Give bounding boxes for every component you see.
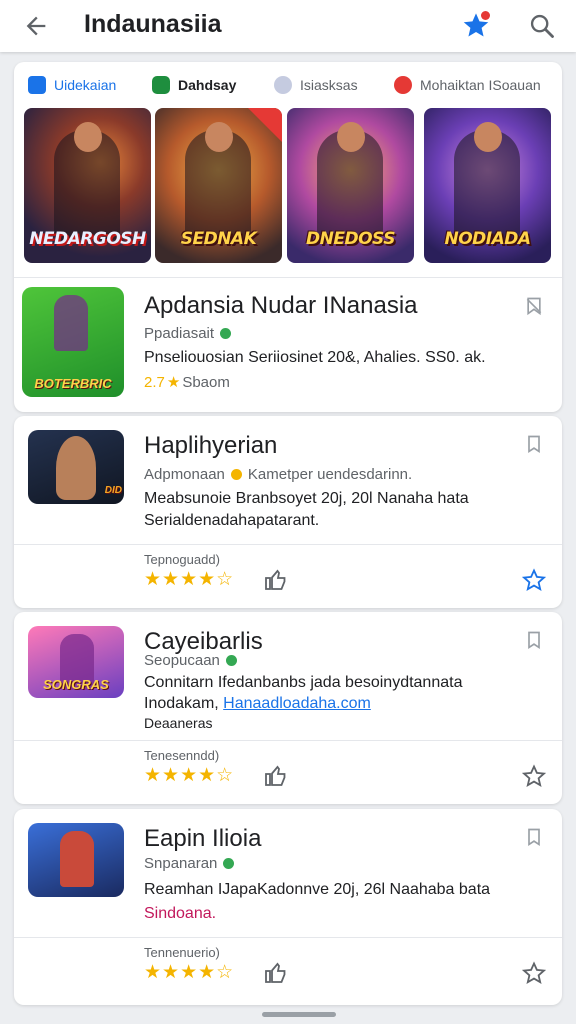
app-icon: [28, 76, 46, 94]
app-thumbnail[interactable]: SONGRAS: [28, 626, 124, 698]
star-outline-icon[interactable]: [522, 568, 546, 592]
star-outline-icon[interactable]: [522, 961, 546, 985]
app-name[interactable]: Haplihyerian: [144, 432, 277, 460]
banner-title: SEDNAK: [180, 229, 257, 249]
banner-title: DNEDOSS: [306, 229, 395, 249]
app-description: Pnseliouosian Seriiosinet 20&, Ahalies. …: [144, 349, 486, 366]
divider: [14, 544, 562, 545]
app-description: Inodakam, Hanaadloadaha.com: [144, 695, 371, 713]
notification-dot: [481, 11, 490, 20]
rating-value: 2.7: [144, 373, 165, 391]
circle-icon: [274, 76, 292, 94]
character-art: [60, 831, 94, 887]
developer-name: Seopucaan: [144, 652, 220, 669]
chip-label: Mohaiktan ISoauan: [420, 77, 541, 93]
thumbs-up-icon[interactable]: [264, 961, 288, 985]
home-indicator[interactable]: [262, 1012, 336, 1017]
app-rating: 2.7 ★ Sbaom: [144, 373, 230, 392]
thumbs-up-icon[interactable]: [264, 764, 288, 788]
featured-card: Uidekaian Dahdsay Isiasksas Mohaiktan IS…: [14, 62, 562, 412]
app-description: Reamhan IJapaKadonnve 20j, 26l Naahaba b…: [144, 881, 491, 898]
verified-icon: [220, 328, 232, 339]
app-description: Serialdenadahapatarant.: [144, 512, 320, 529]
app-description: Connitarn Ifedanbanbs jada besoinydtanna…: [144, 674, 463, 691]
character-art: [317, 122, 383, 240]
app-card: Eapin Ilioia Snpanaran Reamhan IJapaKado…: [14, 809, 562, 1005]
share-icon[interactable]: [524, 296, 544, 316]
developer-name: Snpanaran: [144, 855, 218, 872]
category-chips: Uidekaian Dahdsay Isiasksas Mohaiktan IS…: [14, 70, 562, 98]
chip-alerts[interactable]: Mohaiktan ISoauan: [394, 74, 541, 96]
app-developer: Adpmonaan Kametper uendesdarinn.: [144, 466, 412, 483]
banner-title: NEDARGOSH: [29, 229, 146, 249]
app-developer: Ppadiasait: [144, 325, 232, 342]
star-outline-icon[interactable]: [522, 764, 546, 788]
app-bar: Indaunasiia: [0, 0, 576, 52]
thumbnail-title: SONGRAS: [43, 677, 109, 692]
character-art: [185, 122, 251, 240]
bookmark-icon[interactable]: [524, 827, 544, 847]
chip-label: Uidekaian: [54, 77, 117, 93]
description-link[interactable]: Hanaadloadaha.com: [223, 695, 371, 712]
bookmark-icon[interactable]: [524, 434, 544, 454]
search-icon[interactable]: [528, 12, 556, 40]
alert-icon: [394, 76, 412, 94]
app-name[interactable]: Eapin Ilioia: [144, 825, 261, 853]
promo-badge: [248, 108, 282, 142]
app-thumbnail[interactable]: BOTERBRIC: [22, 287, 124, 397]
description-text: Inodakam,: [144, 695, 219, 712]
chip-category[interactable]: Isiasksas: [274, 74, 358, 96]
rating-stars: ★★★★☆: [144, 569, 235, 590]
badge-icon: [230, 469, 242, 480]
app-card: DID Haplihyerian Adpmonaan Kametper uende…: [14, 416, 562, 608]
game-banner[interactable]: NEDARGOSH: [24, 108, 151, 263]
developer-name: Ppadiasait: [144, 325, 215, 342]
ratings-label: Tepnoguadd): [144, 552, 220, 567]
game-banner[interactable]: DNEDOSS: [287, 108, 414, 263]
starred-button[interactable]: [462, 11, 490, 39]
divider: [14, 937, 562, 938]
bookmark-icon[interactable]: [524, 630, 544, 650]
arrow-left-icon[interactable]: [22, 12, 50, 40]
thumbnail-title: DID: [104, 485, 122, 496]
verified-icon: [225, 655, 237, 666]
app-name[interactable]: Apdansia Nudar INanasia: [144, 292, 418, 320]
developer-name: Adpmonaan: [144, 466, 225, 483]
app-description: Meabsunoie Branbsoyet 20j, 20l Nanaha ha…: [144, 490, 469, 507]
ratings-label: Tenesenndd): [144, 748, 220, 763]
chip-label: Isiasksas: [300, 77, 358, 93]
rating-stars: ★★★★☆: [144, 962, 235, 983]
app-thumbnail[interactable]: [28, 823, 124, 897]
developer-extra: Kametper uendesdarinn.: [247, 466, 413, 483]
character-art: [54, 122, 120, 240]
banner-title: NODIADA: [444, 229, 531, 249]
app-developer: Snpanaran: [144, 855, 235, 872]
app-card: SONGRAS Cayeibarlis Seopucaan Connitarn …: [14, 612, 562, 804]
rating-text: Sbaom: [182, 373, 230, 391]
thumbs-up-icon[interactable]: [264, 568, 288, 592]
app-description: Deaaneras: [144, 715, 213, 731]
rating-stars: ★★★★☆: [144, 765, 235, 786]
app-thumbnail[interactable]: DID: [28, 430, 124, 504]
star-icon: ★: [166, 374, 181, 391]
page-title: Indaunasiia: [84, 10, 222, 38]
chip-apps[interactable]: Uidekaian: [28, 74, 116, 96]
game-banner[interactable]: NODIADA: [424, 108, 551, 263]
game-banner[interactable]: SEDNAK: [155, 108, 282, 263]
games-icon: [152, 76, 170, 94]
app-description: Sindoana.: [144, 905, 217, 922]
chip-games[interactable]: Dahdsay: [152, 74, 236, 96]
character-art: [54, 295, 88, 351]
character-art: [454, 122, 520, 240]
divider: [14, 277, 562, 278]
app-developer: Seopucaan: [144, 652, 237, 669]
thumbnail-title: BOTERBRIC: [34, 376, 112, 391]
divider: [14, 740, 562, 741]
ratings-label: Tennenuerio): [144, 945, 220, 960]
chip-label: Dahdsay: [178, 77, 237, 93]
verified-icon: [223, 858, 235, 869]
